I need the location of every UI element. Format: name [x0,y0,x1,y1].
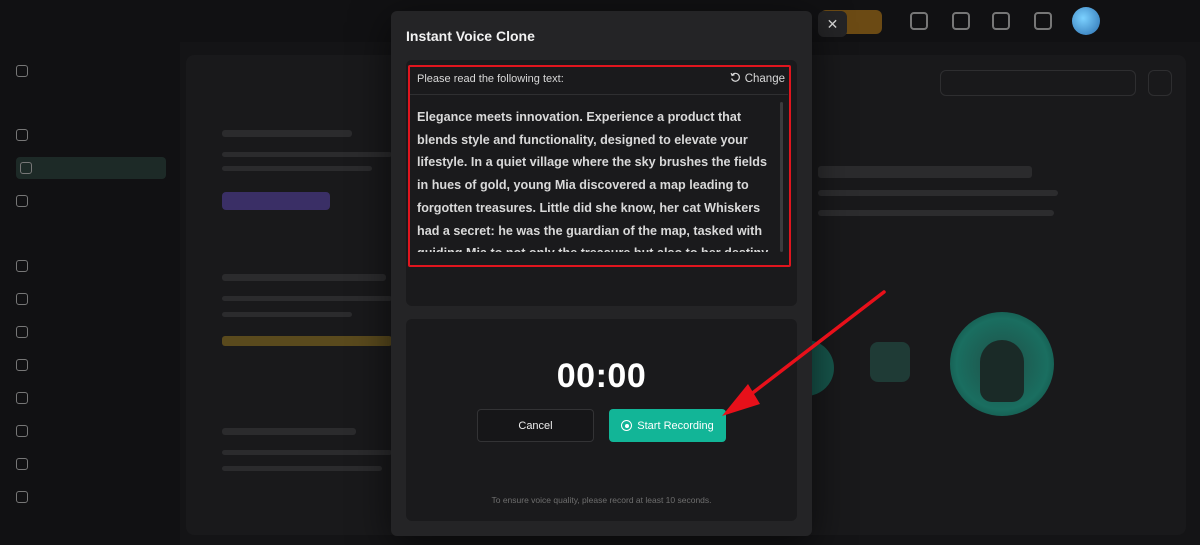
background-subtext [818,190,1058,196]
background-top-icon [1034,12,1052,30]
background-text-line [222,312,352,317]
background-sidebar-item [16,288,166,310]
background-card-title [222,428,356,435]
background-avatar [1072,7,1100,35]
highlight-box [408,65,791,267]
background-top-icon [910,12,928,30]
background-top-icon [952,12,970,30]
dialog-title: Instant Voice Clone [406,28,535,44]
background-text-line [222,296,392,301]
background-text-line [222,166,372,171]
background-text-line [222,152,392,157]
background-chip [222,192,330,210]
background-search [940,70,1136,96]
background-card-title [222,130,352,137]
background-illustration [980,340,1024,402]
close-button-container: ✕ [818,11,847,37]
start-recording-button[interactable]: Start Recording [609,409,726,442]
background-sidebar-item [16,453,166,475]
background-illustration [870,342,910,382]
close-icon[interactable]: ✕ [823,14,842,34]
background-sidebar-item [16,354,166,376]
background-text-line [222,450,392,455]
cancel-button[interactable]: Cancel [477,409,594,442]
background-sidebar-item-active [16,157,166,179]
background-sidebar-item [16,486,166,508]
background-sidebar-item [16,321,166,343]
background-sidebar-item [16,255,166,277]
background-sidebar-item [16,420,166,442]
recording-timer: 00:00 [556,357,647,395]
background-sidebar-item [16,60,166,82]
recording-hint-text: To ensure voice quality, please record a… [491,495,712,505]
background-subtext [818,210,1054,216]
record-icon [621,420,633,431]
background-button [1148,70,1172,96]
reading-text-panel: Please read the following text: Change E… [406,60,797,306]
background-sidebar-item [16,124,166,146]
background-heading [818,166,1032,178]
start-recording-label: Start Recording [637,419,714,432]
background-top-icon [992,12,1010,30]
background-chip [222,336,392,346]
background-card-title [222,274,386,281]
background-sidebar-item [16,190,166,212]
background-sidebar-item [16,387,166,409]
background-text-line [222,466,382,471]
instant-voice-clone-dialog: Instant Voice Clone Please read the foll… [391,11,812,536]
recording-panel: 00:00 Cancel Start Recording To ensure v… [406,319,797,521]
